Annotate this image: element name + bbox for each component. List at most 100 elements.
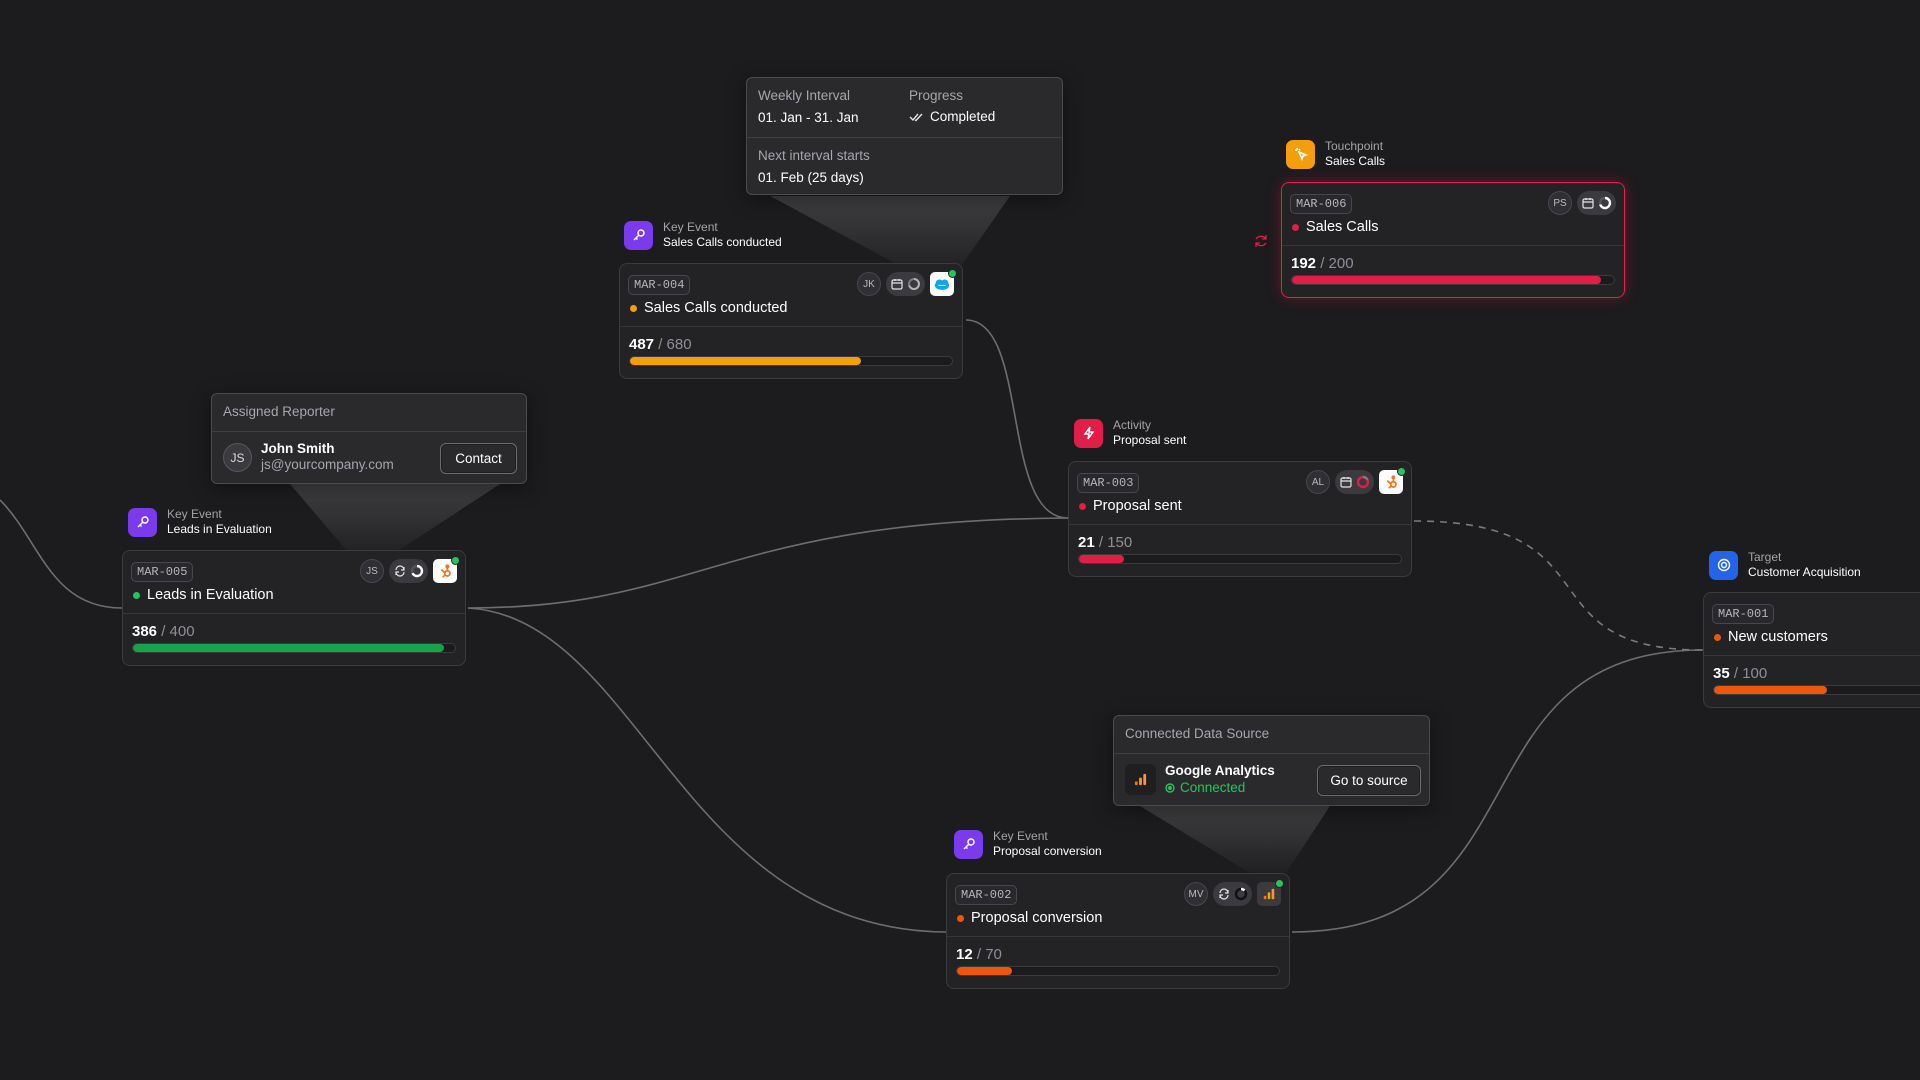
progress-fill: [630, 357, 861, 365]
reporter-popover-title: Assigned Reporter: [223, 404, 335, 419]
double-check-icon: [909, 113, 923, 121]
reporter-avatar: JS: [223, 443, 252, 472]
key-icon: [128, 507, 157, 537]
connected-icon: [1165, 782, 1175, 793]
hubspot-logo-icon[interactable]: [433, 556, 460, 583]
node-header-mar005: Key Event Leads in Evaluation: [128, 507, 272, 537]
node-header-mar001: Target Customer Acquisition: [1709, 550, 1861, 580]
node-header-mar006: Touchpoint Sales Calls: [1286, 139, 1385, 169]
metric-id: MAR-001: [1712, 604, 1775, 624]
lightning-icon: [1074, 418, 1103, 448]
reporter-popover: Assigned Reporter JS John Smith js@yourc…: [211, 393, 527, 484]
status-dot: [630, 304, 637, 312]
metric-card-mar001-clip: MAR-001 New customers 35 / 100: [1703, 592, 1920, 712]
metric-id: MAR-004: [628, 275, 691, 295]
node-type: Target: [1748, 550, 1782, 564]
status-dot: [133, 591, 140, 599]
progress-fill: [957, 967, 1013, 975]
key-icon: [954, 829, 983, 859]
node-type: Key Event: [167, 507, 222, 521]
metric-id: MAR-006: [1290, 194, 1353, 214]
metric-card-mar003[interactable]: MAR-003 Proposal sent AL 21 / 150: [1068, 461, 1412, 577]
sync-status-pill[interactable]: [1213, 882, 1252, 906]
metric-card-mar006[interactable]: MAR-006 Sales Calls PS 192 / 200: [1281, 182, 1625, 298]
metric-title: Sales Calls conducted: [644, 300, 788, 316]
data-source-name: Google Analytics: [1165, 763, 1275, 778]
live-indicator: [948, 269, 957, 278]
assignee-avatar[interactable]: AL: [1306, 470, 1330, 494]
metric-id: MAR-002: [955, 885, 1018, 905]
status-dot: [1292, 223, 1299, 231]
progress-bar: [1291, 275, 1615, 285]
progress-ring-icon: [908, 278, 920, 290]
node-header-mar002: Key Event Proposal conversion: [954, 829, 1102, 859]
node-type: Key Event: [993, 829, 1048, 843]
metric-value: 21 / 150: [1078, 534, 1133, 551]
hubspot-logo-icon[interactable]: [1379, 467, 1406, 494]
next-interval-value: 01. Feb (25 days): [758, 170, 864, 185]
sync-icon: [395, 565, 405, 577]
progress-fill: [133, 644, 444, 652]
assignee-avatar[interactable]: JS: [360, 559, 384, 583]
progress-label: Progress: [909, 88, 964, 103]
node-name: Leads in Evaluation: [167, 522, 272, 536]
go-to-source-button[interactable]: Go to source: [1317, 765, 1421, 796]
reporter-name: John Smith: [261, 441, 335, 456]
node-header-mar003: Activity Proposal sent: [1074, 418, 1186, 448]
metric-title: Proposal sent: [1093, 498, 1182, 514]
metric-value: 12 / 70: [956, 946, 1002, 963]
progress-ring-icon: [1356, 475, 1370, 489]
progress-ring-icon: [410, 564, 424, 578]
interval-value: 01. Jan - 31. Jan: [758, 110, 859, 125]
schedule-status-pill[interactable]: [1335, 470, 1374, 494]
reporter-email[interactable]: js@yourcompany.com: [261, 457, 394, 472]
metric-title: Proposal conversion: [971, 910, 1103, 926]
google-analytics-logo-icon[interactable]: [1257, 879, 1284, 906]
sync-icon: [1219, 888, 1229, 900]
node-header-mar004: Key Event Sales Calls conducted: [624, 220, 782, 250]
google-analytics-logo-icon: [1125, 764, 1156, 795]
metric-card-mar004[interactable]: MAR-004 Sales Calls conducted JK 487 / 6…: [619, 263, 963, 379]
node-type: Key Event: [663, 220, 718, 234]
metric-title: New customers: [1728, 629, 1828, 645]
interval-label: Weekly Interval: [758, 88, 851, 103]
metric-id: MAR-003: [1077, 473, 1140, 493]
assignee-avatar[interactable]: MV: [1184, 882, 1208, 906]
node-name: Proposal conversion: [993, 844, 1102, 858]
progress-bar: [629, 356, 953, 366]
metric-title: Sales Calls: [1306, 219, 1379, 235]
sync-status-pill[interactable]: [389, 559, 428, 583]
metric-card-mar005[interactable]: MAR-005 Leads in Evaluation JS 386 / 400: [122, 550, 466, 666]
metric-card-mar002[interactable]: MAR-002 Proposal conversion MV 12 / 70: [946, 873, 1290, 989]
data-source-popover-title: Connected Data Source: [1125, 726, 1270, 741]
progress-fill: [1079, 555, 1125, 563]
calendar-icon: [1340, 477, 1352, 488]
contact-button[interactable]: Contact: [440, 443, 517, 474]
status-dot: [957, 914, 964, 922]
metric-card-mar001[interactable]: MAR-001 New customers 35 / 100: [1703, 592, 1920, 708]
next-interval-label: Next interval starts: [758, 148, 870, 163]
node-type: Touchpoint: [1325, 139, 1384, 153]
metric-id: MAR-005: [131, 562, 194, 582]
progress-ring-icon: [1234, 887, 1248, 901]
live-indicator: [451, 556, 460, 565]
schedule-status-pill[interactable]: [1577, 191, 1616, 215]
data-source-popover: Connected Data Source Google Analytics C…: [1113, 715, 1430, 806]
metric-value: 35 / 100: [1713, 665, 1768, 682]
data-source-status: Connected: [1165, 780, 1245, 795]
calendar-icon: [891, 279, 903, 290]
progress-bar: [1078, 554, 1402, 564]
node-name: Customer Acquisition: [1748, 565, 1861, 579]
calendar-icon: [1582, 198, 1594, 209]
progress-bar: [1713, 685, 1920, 695]
schedule-status-pill[interactable]: [886, 272, 925, 296]
node-name: Sales Calls conducted: [663, 235, 782, 249]
metric-value: 192 / 200: [1291, 255, 1354, 272]
metric-value: 487 / 680: [629, 336, 692, 353]
assignee-avatar[interactable]: JK: [857, 272, 881, 296]
assignee-avatar[interactable]: PS: [1548, 191, 1572, 215]
salesforce-logo-icon[interactable]: [930, 269, 957, 296]
node-name: Proposal sent: [1113, 433, 1187, 447]
pointer-icon: [1286, 139, 1315, 169]
status-dot: [1079, 502, 1086, 510]
